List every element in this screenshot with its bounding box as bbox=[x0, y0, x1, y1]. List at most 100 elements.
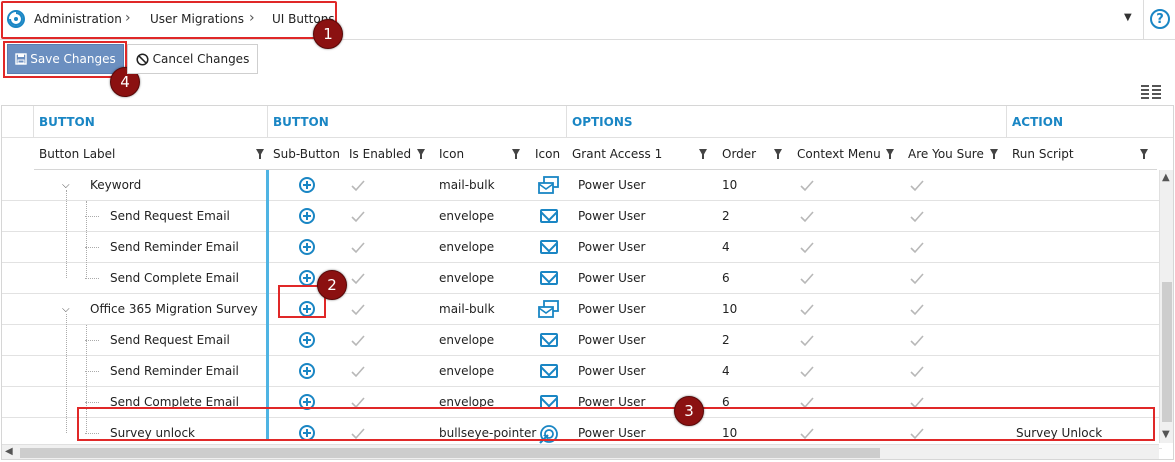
add-sub-button-icon[interactable] bbox=[299, 239, 315, 255]
icon-name: envelope bbox=[439, 333, 495, 347]
is-enabled-check-icon[interactable] bbox=[349, 333, 367, 349]
is-enabled-check-icon[interactable] bbox=[349, 178, 367, 194]
column-header-grant-access[interactable]: Grant Access 1 bbox=[567, 138, 717, 170]
button-label: Send Reminder Email bbox=[110, 364, 239, 378]
is-enabled-check-icon[interactable] bbox=[349, 364, 367, 380]
table-row[interactable]: Send Request Email envelope Power User 2 bbox=[2, 201, 1162, 232]
context-menu-check-icon[interactable] bbox=[798, 178, 816, 194]
grant-access: Power User bbox=[578, 302, 646, 316]
column-header-context-menu[interactable]: Context Menu bbox=[792, 138, 903, 170]
add-sub-button-icon[interactable] bbox=[299, 270, 315, 286]
order-value: 6 bbox=[722, 271, 730, 285]
scroll-up-icon[interactable]: ▲ bbox=[1162, 172, 1170, 183]
column-header-are-you-sure[interactable]: Are You Sure bbox=[903, 138, 1007, 170]
grant-access: Power User bbox=[578, 209, 646, 223]
order-value: 2 bbox=[722, 333, 730, 347]
table-row[interactable]: Send Reminder Email envelope Power User 4 bbox=[2, 356, 1162, 387]
vertical-scroll-thumb[interactable] bbox=[1162, 282, 1172, 422]
are-you-sure-check-icon[interactable] bbox=[908, 302, 926, 318]
order-value: 4 bbox=[722, 364, 730, 378]
button-label: Send Reminder Email bbox=[110, 240, 239, 254]
scroll-down-icon[interactable]: ▼ bbox=[1162, 429, 1170, 440]
annotation-badge-2: 2 bbox=[317, 270, 347, 300]
column-header-icon-name[interactable]: Icon bbox=[434, 138, 530, 170]
icon-name: mail-bulk bbox=[439, 178, 495, 192]
are-you-sure-check-icon[interactable] bbox=[908, 209, 926, 225]
horizontal-scroll-thumb[interactable] bbox=[20, 448, 880, 458]
filter-icon[interactable] bbox=[512, 149, 520, 159]
dropdown-arrow-icon[interactable]: ▼ bbox=[1124, 12, 1132, 23]
order-value: 10 bbox=[722, 178, 738, 192]
column-header-run-script[interactable]: Run Script bbox=[1007, 138, 1157, 170]
group-header-blank bbox=[2, 106, 34, 138]
column-header-is-enabled[interactable]: Is Enabled bbox=[344, 138, 434, 170]
scroll-left-icon[interactable]: ◀ bbox=[5, 446, 13, 457]
are-you-sure-check-icon[interactable] bbox=[908, 178, 926, 194]
is-enabled-check-icon[interactable] bbox=[349, 209, 367, 225]
context-menu-check-icon[interactable] bbox=[798, 271, 816, 287]
column-header-sub-button[interactable]: Sub-Button bbox=[268, 138, 345, 170]
vertical-scrollbar[interactable]: ▲ ▼ bbox=[1159, 170, 1173, 443]
filter-icon[interactable] bbox=[417, 149, 425, 159]
are-you-sure-check-icon[interactable] bbox=[908, 333, 926, 349]
tree-connector bbox=[66, 190, 67, 278]
order-value: 2 bbox=[722, 209, 730, 223]
table-row[interactable]: Send Request Email envelope Power User 2 bbox=[2, 325, 1162, 356]
column-header-order[interactable]: Order bbox=[717, 138, 792, 170]
context-menu-check-icon[interactable] bbox=[798, 333, 816, 349]
is-enabled-check-icon[interactable] bbox=[349, 271, 367, 287]
button-label: Send Request Email bbox=[110, 209, 230, 223]
grant-access: Power User bbox=[578, 364, 646, 378]
filter-icon[interactable] bbox=[1140, 149, 1148, 159]
is-enabled-check-icon[interactable] bbox=[349, 240, 367, 256]
annotation-badge-1: 1 bbox=[313, 19, 343, 49]
highlight-survey-unlock-row bbox=[77, 407, 1155, 441]
table-row[interactable]: Send Complete Email envelope Power User 6 bbox=[2, 263, 1162, 294]
tree-connector bbox=[85, 371, 99, 372]
filter-icon[interactable] bbox=[886, 149, 894, 159]
context-menu-check-icon[interactable] bbox=[798, 209, 816, 225]
column-divider bbox=[266, 170, 269, 440]
add-sub-button-icon[interactable] bbox=[299, 332, 315, 348]
column-chooser-icon[interactable] bbox=[1141, 84, 1161, 100]
group-header-sub-button: BUTTON bbox=[268, 106, 567, 138]
are-you-sure-check-icon[interactable] bbox=[908, 271, 926, 287]
add-sub-button-icon[interactable] bbox=[299, 363, 315, 379]
add-sub-button-icon[interactable] bbox=[299, 208, 315, 224]
filter-icon[interactable] bbox=[990, 149, 998, 159]
button-label: Send Complete Email bbox=[110, 271, 239, 285]
table-row[interactable]: ⌵ Office 365 Migration Survey mail-bulk Pow… bbox=[2, 294, 1162, 325]
icon-name: envelope bbox=[439, 209, 495, 223]
icon-name: envelope bbox=[439, 240, 495, 254]
table-row[interactable]: ⌵ Keyword mail-bulk Power User 10 bbox=[2, 170, 1162, 201]
table-row[interactable]: Send Reminder Email envelope Power User 4 bbox=[2, 232, 1162, 263]
column-header-button-label[interactable]: Button Label bbox=[34, 138, 268, 170]
mail-bulk-icon bbox=[538, 300, 559, 318]
grant-access: Power User bbox=[578, 178, 646, 192]
annotation-badge-3: 3 bbox=[674, 396, 704, 426]
cancel-button-label: Cancel Changes bbox=[152, 52, 250, 66]
column-header-icon[interactable]: Icon bbox=[530, 138, 567, 170]
tree-connector bbox=[85, 247, 99, 248]
help-icon[interactable]: ? bbox=[1150, 9, 1170, 29]
context-menu-check-icon[interactable] bbox=[798, 240, 816, 256]
envelope-icon bbox=[540, 271, 558, 285]
order-value: 4 bbox=[722, 240, 730, 254]
highlight-breadcrumb bbox=[1, 1, 337, 39]
tree-connector bbox=[86, 201, 87, 279]
filter-icon[interactable] bbox=[774, 149, 782, 159]
group-header-action: ACTION bbox=[1007, 106, 1173, 138]
horizontal-scrollbar[interactable]: ◀ bbox=[2, 444, 1159, 459]
tree-connector bbox=[66, 314, 67, 433]
filter-icon[interactable] bbox=[699, 149, 707, 159]
context-menu-check-icon[interactable] bbox=[798, 302, 816, 318]
context-menu-check-icon[interactable] bbox=[798, 364, 816, 380]
are-you-sure-check-icon[interactable] bbox=[908, 240, 926, 256]
grant-access: Power User bbox=[578, 333, 646, 347]
button-label: Send Request Email bbox=[110, 333, 230, 347]
are-you-sure-check-icon[interactable] bbox=[908, 364, 926, 380]
add-sub-button-icon[interactable] bbox=[299, 177, 315, 193]
filter-icon[interactable] bbox=[256, 149, 264, 159]
cancel-button[interactable]: Cancel Changes bbox=[127, 44, 258, 74]
is-enabled-check-icon[interactable] bbox=[349, 302, 367, 318]
